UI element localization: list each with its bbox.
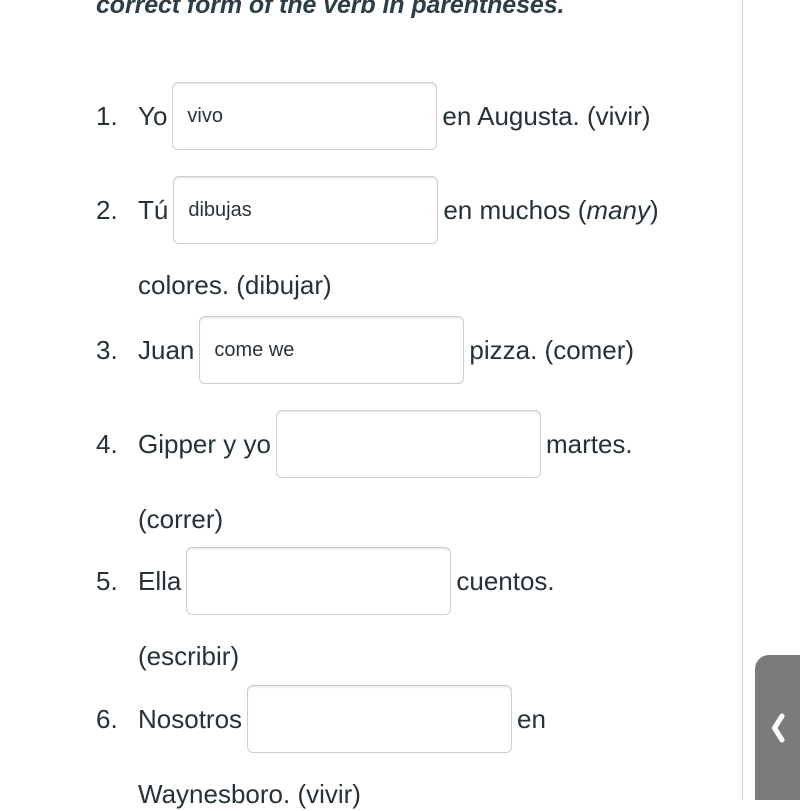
question-line: 5. Ella cuentos. — [96, 547, 726, 615]
chevron-left-icon — [766, 708, 790, 748]
question-text-after: en Augusta. (vivir) — [442, 101, 651, 131]
question-item: 4. Gipper y yo martes. (correr) — [96, 410, 726, 536]
question-line: 3. Juan pizza. (comer) — [96, 316, 726, 384]
answer-input-2[interactable] — [173, 176, 439, 244]
question-item: 5. Ella cuentos. (escribir) — [96, 547, 726, 673]
question-item: 6. Nosotros en Waynesboro. (vivir) — [96, 685, 726, 811]
question-text-continuation: colores. (dibujar) — [138, 270, 332, 300]
question-text-before: Gipper y yo — [138, 429, 271, 459]
drawer-toggle-button[interactable] — [755, 655, 800, 800]
question-text-continuation: (escribir) — [138, 641, 240, 671]
question-line: 2. Tú en muchos (many) — [96, 176, 726, 244]
question-item: 1. Yo en Augusta. (vivir) — [96, 82, 726, 150]
question-line: 6. Nosotros en — [96, 685, 726, 753]
question-text-continuation: (correr) — [138, 504, 224, 534]
question-text-continuation: Waynesboro. (vivir) — [138, 779, 361, 809]
question-number: 5. — [96, 566, 118, 596]
answer-input-5[interactable] — [186, 547, 452, 615]
answer-input-3[interactable] — [199, 316, 465, 384]
question-number: 4. — [96, 429, 118, 459]
question-text-after: martes. — [545, 429, 633, 459]
instructions-text: correct form of the verb in parentheses. — [96, 0, 565, 19]
question-number: 1. — [96, 101, 118, 131]
question-line: 1. Yo en Augusta. (vivir) — [96, 82, 726, 150]
answer-input-4[interactable] — [275, 410, 541, 478]
question-item: 2. Tú en muchos (many) colores. (dibujar… — [96, 176, 726, 302]
answer-input-6[interactable] — [247, 685, 513, 753]
question-item: 3. Juan pizza. (comer) — [96, 316, 726, 384]
question-text-before: Nosotros — [138, 704, 243, 734]
question-line: 4. Gipper y yo martes. — [96, 410, 726, 478]
content-column-divider — [742, 0, 743, 800]
question-text-after: pizza. (comer) — [469, 335, 635, 365]
answer-input-1[interactable] — [172, 82, 438, 150]
question-text-after: en muchos (many) — [443, 195, 659, 225]
page-root: correct form of the verb in parentheses.… — [0, 0, 800, 809]
exercise-body: correct form of the verb in parentheses.… — [0, 0, 742, 809]
question-text-before: Tú — [138, 195, 169, 225]
question-text-after: en — [517, 704, 546, 734]
question-number: 3. — [96, 335, 118, 365]
question-number: 6. — [96, 704, 118, 734]
question-text-before: Yo — [138, 101, 168, 131]
question-text-after: cuentos. — [456, 566, 555, 596]
question-text-before: Ella — [138, 566, 182, 596]
question-text-before: Juan — [138, 335, 195, 365]
question-number: 2. — [96, 195, 118, 225]
